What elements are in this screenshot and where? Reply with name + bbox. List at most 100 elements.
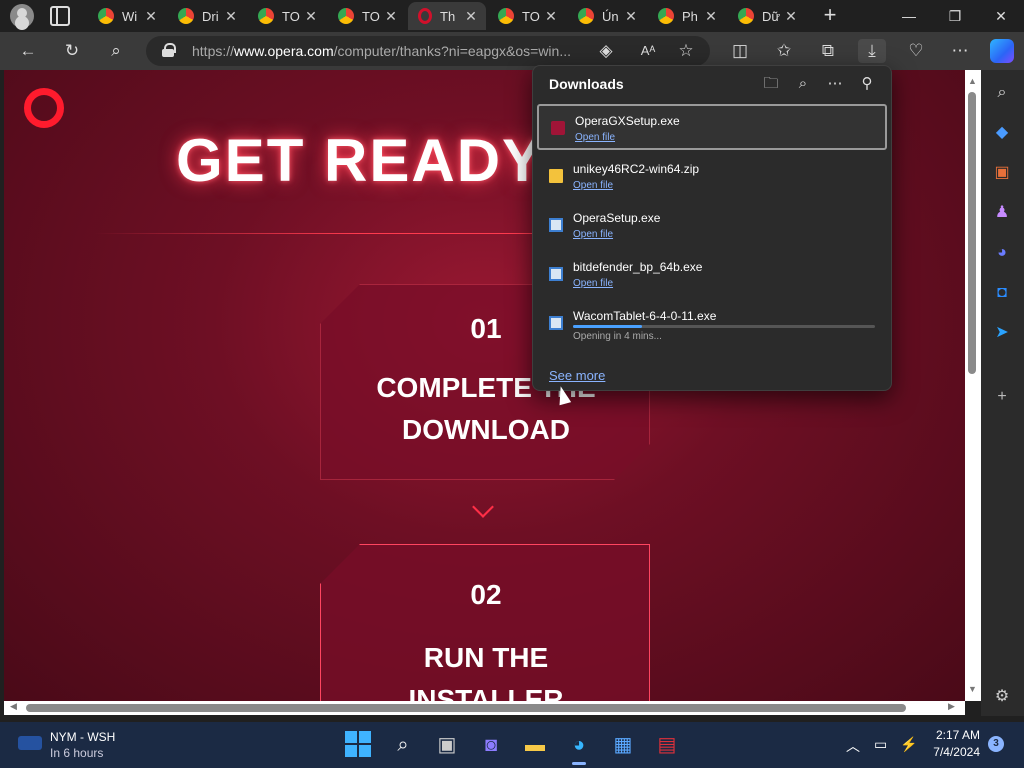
downloads-title: Downloads xyxy=(549,76,624,92)
tab[interactable]: Wi ✕ xyxy=(88,2,166,30)
browser-essentials-icon[interactable]: ♡ xyxy=(904,39,928,63)
start-button[interactable] xyxy=(345,731,373,759)
tab[interactable]: Ph ✕ xyxy=(648,2,726,30)
telegram-icon[interactable]: ➤ xyxy=(991,322,1013,344)
games-icon[interactable]: ♟ xyxy=(991,202,1013,224)
search-icon[interactable]: ⌕ xyxy=(104,39,128,63)
open-file-link[interactable]: Open file xyxy=(573,180,613,191)
favorites-icon[interactable]: ✩ xyxy=(772,39,796,63)
edge-icon[interactable]: ◕ xyxy=(565,731,593,765)
tab[interactable]: TO ✕ xyxy=(488,2,566,30)
notification-badge[interactable]: 3 xyxy=(988,736,1004,752)
scroll-right-icon[interactable]: ▶ xyxy=(948,701,955,712)
close-tab-icon[interactable]: ✕ xyxy=(622,8,640,25)
more-options-icon[interactable]: ⋯ xyxy=(825,74,845,94)
display-icon[interactable]: ▭ xyxy=(874,736,887,753)
new-tab-button[interactable]: + xyxy=(818,4,842,28)
download-item[interactable]: OperaSetup.exe Open file xyxy=(537,203,887,249)
tab[interactable]: TO ✕ xyxy=(248,2,326,30)
download-item-in-progress[interactable]: WacomTablet-6-4-0-11.exe Opening in 4 mi… xyxy=(537,301,887,347)
open-file-link[interactable]: Open file xyxy=(573,229,613,240)
shopping-tag-icon[interactable]: ◆ xyxy=(991,122,1013,144)
scroll-thumb[interactable] xyxy=(26,704,906,712)
horizontal-scrollbar[interactable]: ◀ ▶ xyxy=(4,701,965,715)
close-window-button[interactable]: ✕ xyxy=(978,0,1024,32)
network-icon[interactable]: ⚡ xyxy=(900,736,917,753)
close-tab-icon[interactable]: ✕ xyxy=(702,8,720,25)
tab[interactable]: Dri ✕ xyxy=(168,2,246,30)
tools-icon[interactable]: ▣ xyxy=(991,162,1013,184)
task-view-icon[interactable]: ▣ xyxy=(433,731,461,759)
open-file-link[interactable]: Open file xyxy=(573,278,613,289)
scroll-thumb[interactable] xyxy=(968,92,976,374)
close-tab-icon[interactable]: ✕ xyxy=(222,8,240,25)
file-explorer-icon[interactable]: ▬ xyxy=(521,731,549,759)
chrome-icon xyxy=(98,8,114,24)
search-icon[interactable]: ⌕ xyxy=(389,731,417,759)
close-tab-icon[interactable]: ✕ xyxy=(382,8,400,25)
close-tab-icon[interactable]: ✕ xyxy=(462,8,480,25)
copilot-sidebar-icon[interactable]: ◕ xyxy=(991,242,1013,264)
refresh-icon[interactable]: ↻ xyxy=(60,39,84,63)
back-arrow-icon[interactable]: ← xyxy=(16,39,40,63)
chevron-up-icon[interactable]: ︿ xyxy=(846,736,860,756)
system-clock[interactable]: 2:17 AM 7/4/2024 xyxy=(928,728,980,759)
see-more-link[interactable]: See more xyxy=(549,368,605,383)
collections-icon[interactable]: ⧉ xyxy=(816,39,840,63)
exe-icon xyxy=(549,267,563,281)
read-aloud-icon[interactable]: Aᴬ xyxy=(636,39,660,63)
profile-avatar-icon[interactable] xyxy=(10,4,34,28)
close-tab-icon[interactable]: ✕ xyxy=(142,8,160,25)
tab-actions-icon[interactable] xyxy=(50,6,70,26)
tab[interactable]: Dữ ✕ xyxy=(728,2,806,30)
store-icon[interactable]: ▦ xyxy=(609,731,637,759)
tab[interactable]: TO ✕ xyxy=(328,2,406,30)
tab-active[interactable]: Th ✕ xyxy=(408,2,486,30)
opera-icon xyxy=(418,8,432,24)
url-text[interactable]: https://www.opera.com/computer/thanks?ni… xyxy=(192,43,612,59)
copilot-icon[interactable] xyxy=(990,39,1014,63)
chrome-icon xyxy=(658,8,674,24)
search-icon[interactable]: ⌕ xyxy=(793,74,813,94)
chrome-icon xyxy=(258,8,274,24)
close-tab-icon[interactable]: ✕ xyxy=(302,8,320,25)
opera-logo-icon[interactable] xyxy=(24,88,64,128)
exe-icon xyxy=(549,316,563,330)
step-card-install: 02 RUN THE INSTALLER xyxy=(320,544,650,701)
opera-gx-icon xyxy=(551,121,565,135)
scroll-up-icon[interactable]: ▲ xyxy=(968,76,977,86)
tab-strip: Wi ✕ Dri ✕ TO ✕ TO ✕ Th ✕ TO ✕ Ún ✕ Ph ✕ Dữ ✕ + —… xyxy=(0,0,1024,32)
outlook-icon[interactable]: ◘ xyxy=(991,282,1013,304)
minimize-button[interactable]: — xyxy=(886,0,932,32)
search-icon[interactable]: ⌕ xyxy=(991,82,1013,104)
chrome-icon xyxy=(498,8,514,24)
gear-icon[interactable]: ⚙ xyxy=(991,686,1013,708)
divider xyxy=(94,233,534,234)
favorite-star-icon[interactable]: ☆ xyxy=(674,39,698,63)
split-screen-icon[interactable]: ◫ xyxy=(728,39,752,63)
teams-chat-icon[interactable]: ◙ xyxy=(477,731,505,759)
downloads-icon[interactable]: ⤓ xyxy=(858,39,886,63)
price-tag-icon[interactable]: ◈ xyxy=(594,39,618,63)
close-tab-icon[interactable]: ✕ xyxy=(782,8,800,25)
pin-icon[interactable]: ⚲ xyxy=(857,74,877,94)
mlb-logo-icon xyxy=(18,736,42,750)
more-menu-icon[interactable]: ⋯ xyxy=(948,39,972,63)
open-file-link[interactable]: Open file xyxy=(575,132,615,143)
download-item[interactable]: OperaGXSetup.exe Open file xyxy=(537,104,887,150)
download-item[interactable]: unikey46RC2-win64.zip Open file xyxy=(537,154,887,200)
add-icon[interactable]: + xyxy=(991,386,1013,408)
chevron-down-icon xyxy=(472,496,494,518)
address-bar[interactable]: https://www.opera.com/computer/thanks?ni… xyxy=(146,36,710,66)
close-tab-icon[interactable]: ✕ xyxy=(542,8,560,25)
winrar-icon[interactable]: ▤ xyxy=(653,731,681,759)
download-item[interactable]: bitdefender_bp_64b.exe Open file xyxy=(537,252,887,298)
tab[interactable]: Ún ✕ xyxy=(568,2,646,30)
restore-button[interactable]: ❐ xyxy=(932,0,978,32)
lock-icon[interactable] xyxy=(162,43,176,57)
open-folder-icon[interactable]: 🗀 xyxy=(761,74,781,94)
vertical-scrollbar[interactable]: ▲ ▼ xyxy=(965,70,981,701)
scroll-down-icon[interactable]: ▼ xyxy=(968,684,977,694)
windows-taskbar: NYM - WSH In 6 hours ⌕ ▣ ◙ ▬ ◕ ▦ ▤ ︿ ▭ ⚡… xyxy=(0,722,1024,768)
scroll-left-icon[interactable]: ◀ xyxy=(10,701,17,712)
